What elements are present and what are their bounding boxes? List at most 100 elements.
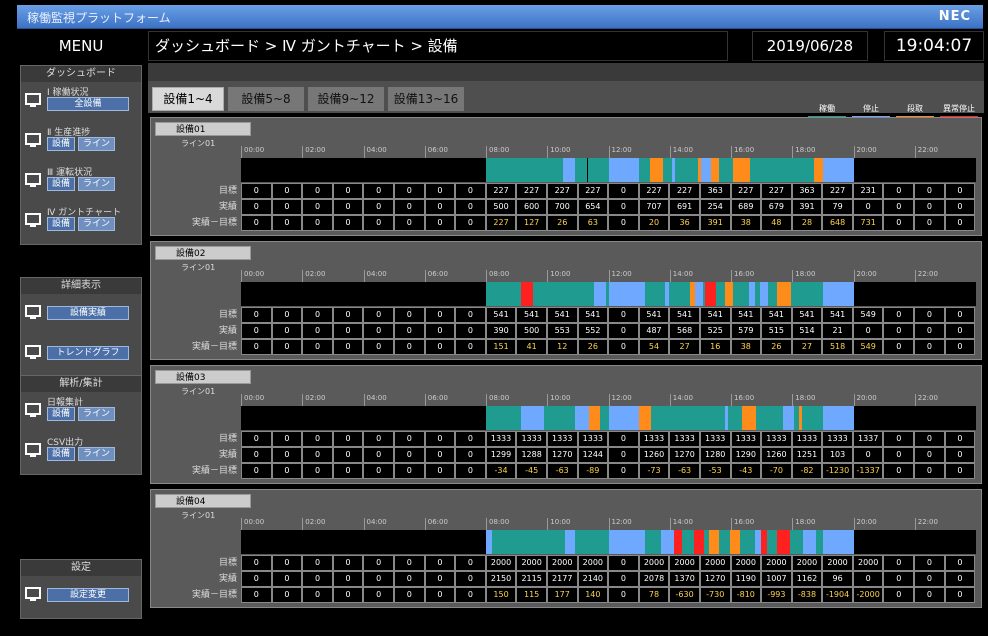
gantt-segment — [521, 406, 535, 430]
data-cell: 0 — [363, 463, 394, 479]
sidebar-button[interactable]: 設備 — [47, 217, 76, 231]
data-cell: -2000 — [852, 587, 884, 603]
data-cell: 0 — [455, 339, 486, 355]
hour-tick-label: 16:00 — [731, 270, 754, 282]
data-cell: -1230 — [822, 463, 853, 479]
data-cell: 1333 — [485, 431, 517, 447]
tab-equipment-2[interactable]: 設備5~8 — [228, 87, 304, 111]
sidebar-section-title: ダッシュボード — [21, 66, 141, 82]
data-cell: 0 — [424, 339, 456, 355]
data-cell: 227 — [485, 215, 517, 231]
data-cell: 2000 — [485, 555, 517, 571]
data-cell: 1333 — [577, 431, 609, 447]
data-cell: 1333 — [791, 431, 823, 447]
sidebar-button[interactable]: ライン — [78, 177, 116, 191]
data-cell: 1337 — [852, 431, 884, 447]
gantt-segment — [771, 406, 781, 430]
gantt-segment — [509, 406, 522, 430]
gantt-segment — [676, 282, 686, 306]
gantt-segment — [491, 530, 500, 554]
data-cell: 0 — [332, 199, 364, 215]
data-cell: 0 — [455, 323, 486, 339]
sidebar-button[interactable]: ライン — [78, 407, 116, 421]
gantt-segment — [505, 282, 519, 306]
monitor-icon — [25, 132, 41, 148]
sidebar-button[interactable]: ライン — [78, 447, 116, 461]
gantt-segment — [802, 406, 811, 430]
data-cell: 38 — [730, 215, 762, 231]
data-cell: 654 — [577, 199, 609, 215]
data-cell: 27 — [669, 339, 700, 355]
sidebar-section-dashboard: ダッシュボード Ⅰ 稼働状況 全設備 Ⅱ 生産進捗 設備 ライン Ⅲ 運転状況 設備 ライン Ⅳ … — [20, 65, 142, 245]
sidebar-section-analysis: 解析/集計 日報集計 設備 ライン CSV出力 設備 ライン — [20, 375, 142, 475]
sidebar-button-row: 設備実績 — [47, 306, 129, 320]
app-title: 稼働監視プラットフォーム — [27, 11, 171, 25]
data-cell: 1162 — [791, 571, 823, 587]
data-cell: 0 — [455, 571, 486, 587]
monitor-icon — [25, 172, 41, 188]
data-cell: 1333 — [669, 431, 700, 447]
sidebar-button[interactable]: 設備 — [47, 447, 76, 461]
breadcrumb: ダッシュボード > Ⅳ ガントチャート > 設備 — [148, 31, 728, 61]
sidebar-button[interactable]: ライン — [78, 137, 116, 151]
hour-tick-label: 12:00 — [608, 270, 632, 282]
data-cell: 0 — [241, 307, 272, 323]
gantt-bar — [241, 406, 976, 430]
data-cell: 0 — [883, 323, 915, 339]
data-cell: 2000 — [822, 555, 853, 571]
tab-equipment-4[interactable]: 設備13~16 — [388, 87, 464, 111]
gantt-segment — [504, 158, 515, 182]
hour-axis: 00:00 02:00 04:00 06:00 08:00 10:00 12:00 14:00… — [241, 270, 976, 282]
sidebar-button[interactable]: ライン — [78, 217, 116, 231]
gantt-segment — [495, 406, 510, 430]
data-cell: 0 — [944, 463, 976, 479]
gantt-segment — [742, 406, 756, 430]
gantt-segment — [575, 406, 589, 430]
gantt-segment — [581, 282, 588, 306]
data-cell: 0 — [302, 323, 333, 339]
data-cell: 0 — [241, 571, 272, 587]
sidebar-button[interactable]: 全設備 — [47, 97, 129, 111]
data-cell: 0 — [914, 323, 945, 339]
sidebar-button[interactable]: 設備 — [47, 407, 76, 421]
hour-tick-label: 12:00 — [608, 146, 632, 158]
hour-tick-label: 18:00 — [792, 146, 815, 158]
gantt-segment — [687, 158, 699, 182]
sidebar-button[interactable]: トレンドグラフ — [47, 346, 129, 360]
data-cell: 541 — [516, 307, 547, 323]
data-grid: 目標 0 0 0 0 0 0 0 0 1333 1333 1333 1333 0 1333 1333 1333 1… — [155, 431, 977, 479]
sidebar-button[interactable]: 設備実績 — [47, 306, 129, 320]
data-cell: 0 — [271, 183, 303, 199]
hour-tick-label: 10:00 — [547, 146, 570, 158]
csv-icon — [25, 442, 41, 458]
gantt-segment — [570, 282, 582, 306]
data-cell: 541 — [699, 307, 731, 323]
data-cell: 363 — [699, 183, 731, 199]
sidebar-button-row: 設備 ライン — [47, 447, 116, 461]
data-cell: 127 — [516, 215, 547, 231]
gantt-segment — [650, 158, 664, 182]
sidebar-button[interactable]: 設備 — [47, 177, 76, 191]
gantt-segment — [658, 282, 666, 306]
gantt-segment — [544, 406, 556, 430]
data-cell: 0 — [363, 555, 394, 571]
tab-bar: 設備1~4 設備5~8 設備9~12 設備13~16 稼働 停止 段取 異常停止 — [148, 81, 984, 121]
gantt-segment — [661, 530, 675, 554]
gantt-segment — [718, 530, 730, 554]
sidebar-button[interactable]: 設備 — [47, 137, 76, 151]
sidebar-button[interactable]: 設定変更 — [47, 588, 129, 602]
data-cell: 227 — [516, 183, 547, 199]
legend-label: 稼働 — [819, 104, 835, 113]
main-panel: 設備1~4 設備5~8 設備9~12 設備13~16 稼働 停止 段取 異常停止 設備01 ライ… — [148, 63, 984, 629]
data-cell: 36 — [669, 215, 700, 231]
gantt-segment — [708, 530, 719, 554]
data-cell: 0 — [241, 463, 272, 479]
tab-equipment-1[interactable]: 設備1~4 — [152, 87, 224, 111]
data-cell: 0 — [271, 307, 303, 323]
data-cell: 0 — [883, 339, 915, 355]
gantt-segment — [760, 530, 768, 554]
tab-equipment-3[interactable]: 設備9~12 — [308, 87, 384, 111]
data-cell: 27 — [791, 339, 823, 355]
legend-label: 段取 — [907, 104, 923, 113]
data-cell: 227 — [761, 183, 792, 199]
